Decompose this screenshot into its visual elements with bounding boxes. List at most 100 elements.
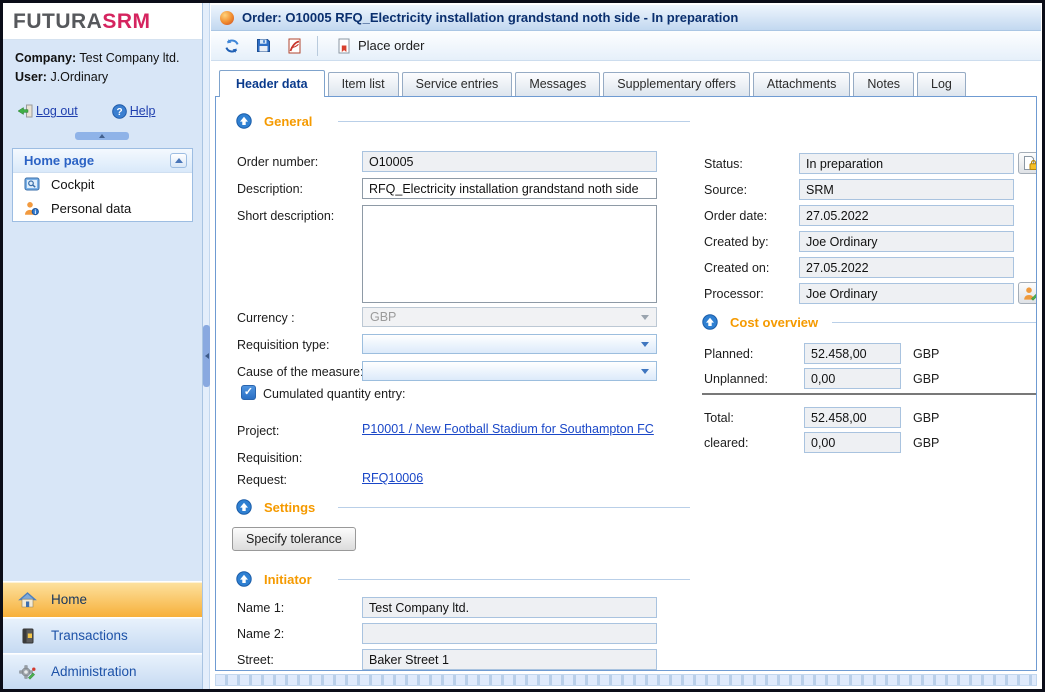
tab-supplementary-offers[interactable]: Supplementary offers [603,72,750,96]
menu-collapse-button[interactable] [170,153,187,168]
place-order-button[interactable]: Place order [328,36,433,56]
section-divider [338,121,690,122]
section-up-icon[interactable] [236,113,252,129]
requisition-type-dropdown[interactable] [362,334,657,354]
logo-accent: SRM [102,10,150,33]
app-logo: FUTURASRM [3,3,202,40]
section-up-icon[interactable] [236,571,252,587]
home-page-menu: Home page Cockpit i Personal data [12,148,193,222]
nav-item-home[interactable]: Home [3,581,202,617]
street-field[interactable] [362,649,657,670]
status-lock-button[interactable] [1018,152,1037,174]
order-status-icon [220,11,234,25]
administration-icon [16,664,38,680]
requisition-type-label: Requisition type: [237,338,329,352]
cause-of-measure-dropdown[interactable] [362,361,657,381]
name2-field[interactable] [362,623,657,644]
refresh-icon [224,38,240,54]
section-title: Cost overview [730,315,818,330]
currency-label: Currency : [237,311,295,325]
project-link[interactable]: P10001 / New Football Stadium for Southa… [362,422,654,436]
refresh-button[interactable] [219,35,245,57]
cleared-field[interactable] [804,432,901,453]
tab-bar: Header data Item list Service entries Me… [210,61,1042,96]
order-title: Order: O10005 RFQ_Electricity installati… [242,10,738,25]
created-on-field[interactable] [799,257,1014,278]
created-by-field[interactable] [799,231,1014,252]
cumulated-quantity-label: Cumulated quantity entry: [263,387,405,401]
order-date-field[interactable] [799,205,1014,226]
name1-label: Name 1: [237,601,284,615]
section-up-icon[interactable] [236,499,252,515]
settings-section-header: Settings [236,499,315,515]
menu-title: Home page [24,153,94,168]
general-section-header: General [236,113,312,129]
tab-attachments[interactable]: Attachments [753,72,850,96]
logout-link[interactable]: Log out [17,104,78,119]
source-label: Source: [704,183,747,197]
tab-service-entries[interactable]: Service entries [402,72,513,96]
processor-edit-button[interactable] [1018,282,1037,304]
help-label: Help [130,104,156,118]
planned-field[interactable] [804,343,901,364]
user-label: User: [15,70,47,84]
user-value: J.Ordinary [50,70,108,84]
chevron-down-icon [641,369,649,374]
pdf-export-button[interactable] [281,35,307,57]
specify-tolerance-button[interactable]: Specify tolerance [232,527,356,551]
nav-item-label: Home [51,592,87,607]
tab-item-list[interactable]: Item list [328,72,399,96]
splitter-collapse-handle[interactable] [75,132,129,140]
menu-item-personal-data[interactable]: i Personal data [13,197,192,221]
tab-messages[interactable]: Messages [515,72,600,96]
sidebar-filler [3,222,202,581]
menu-item-cockpit[interactable]: Cockpit [13,173,192,197]
project-label: Project: [237,424,279,438]
session-info: Company: Test Company ltd. User: J.Ordin… [3,40,202,92]
help-link[interactable]: ? Help [112,104,156,119]
cost-total-divider [702,393,1037,395]
order-titlebar: Order: O10005 RFQ_Electricity installati… [211,5,1041,31]
chevron-left-icon [205,353,209,359]
section-title: Initiator [264,572,312,587]
section-up-icon[interactable] [702,314,718,330]
nav-item-label: Administration [51,664,137,679]
logout-icon [17,104,33,118]
cumulated-quantity-checkbox[interactable]: ✓ [241,385,256,400]
nav-item-administration[interactable]: Administration [3,653,202,689]
sidebar-horizontal-splitter[interactable] [3,129,202,142]
unplanned-field[interactable] [804,368,901,389]
cockpit-icon [23,177,40,191]
source-field[interactable] [799,179,1014,200]
name1-field[interactable] [362,597,657,618]
session-links: Log out ? Help [3,92,202,129]
order-date-label: Order date: [704,209,767,223]
nav-item-transactions[interactable]: Transactions [3,617,202,653]
toolbar-separator [317,36,318,56]
personal-data-icon: i [23,201,40,216]
user-row: User: J.Ordinary [15,68,190,87]
processor-field[interactable] [799,283,1014,304]
sidebar-vertical-splitter[interactable] [203,3,210,689]
main-area: Order: O10005 RFQ_Electricity installati… [210,3,1042,689]
currency-dropdown: GBP [362,307,657,327]
short-description-field[interactable] [362,205,657,303]
place-order-icon [337,38,351,54]
created-on-label: Created on: [704,261,769,275]
save-button[interactable] [250,35,276,57]
description-field[interactable] [362,178,657,199]
total-field[interactable] [804,407,901,428]
splitter-collapse-handle[interactable] [203,325,210,387]
order-number-field[interactable] [362,151,657,172]
status-field[interactable] [799,153,1014,174]
total-currency: GBP [913,411,939,425]
place-order-label: Place order [358,38,424,53]
tab-header-data[interactable]: Header data [219,70,325,97]
request-link[interactable]: RFQ10006 [362,471,423,485]
tab-notes[interactable]: Notes [853,72,914,96]
tab-log[interactable]: Log [917,72,966,96]
horizontal-scrollbar[interactable] [215,674,1037,686]
requisition-label: Requisition: [237,451,302,465]
application-window: FUTURASRM Company: Test Company ltd. Use… [0,0,1045,692]
chevron-down-icon [641,342,649,347]
